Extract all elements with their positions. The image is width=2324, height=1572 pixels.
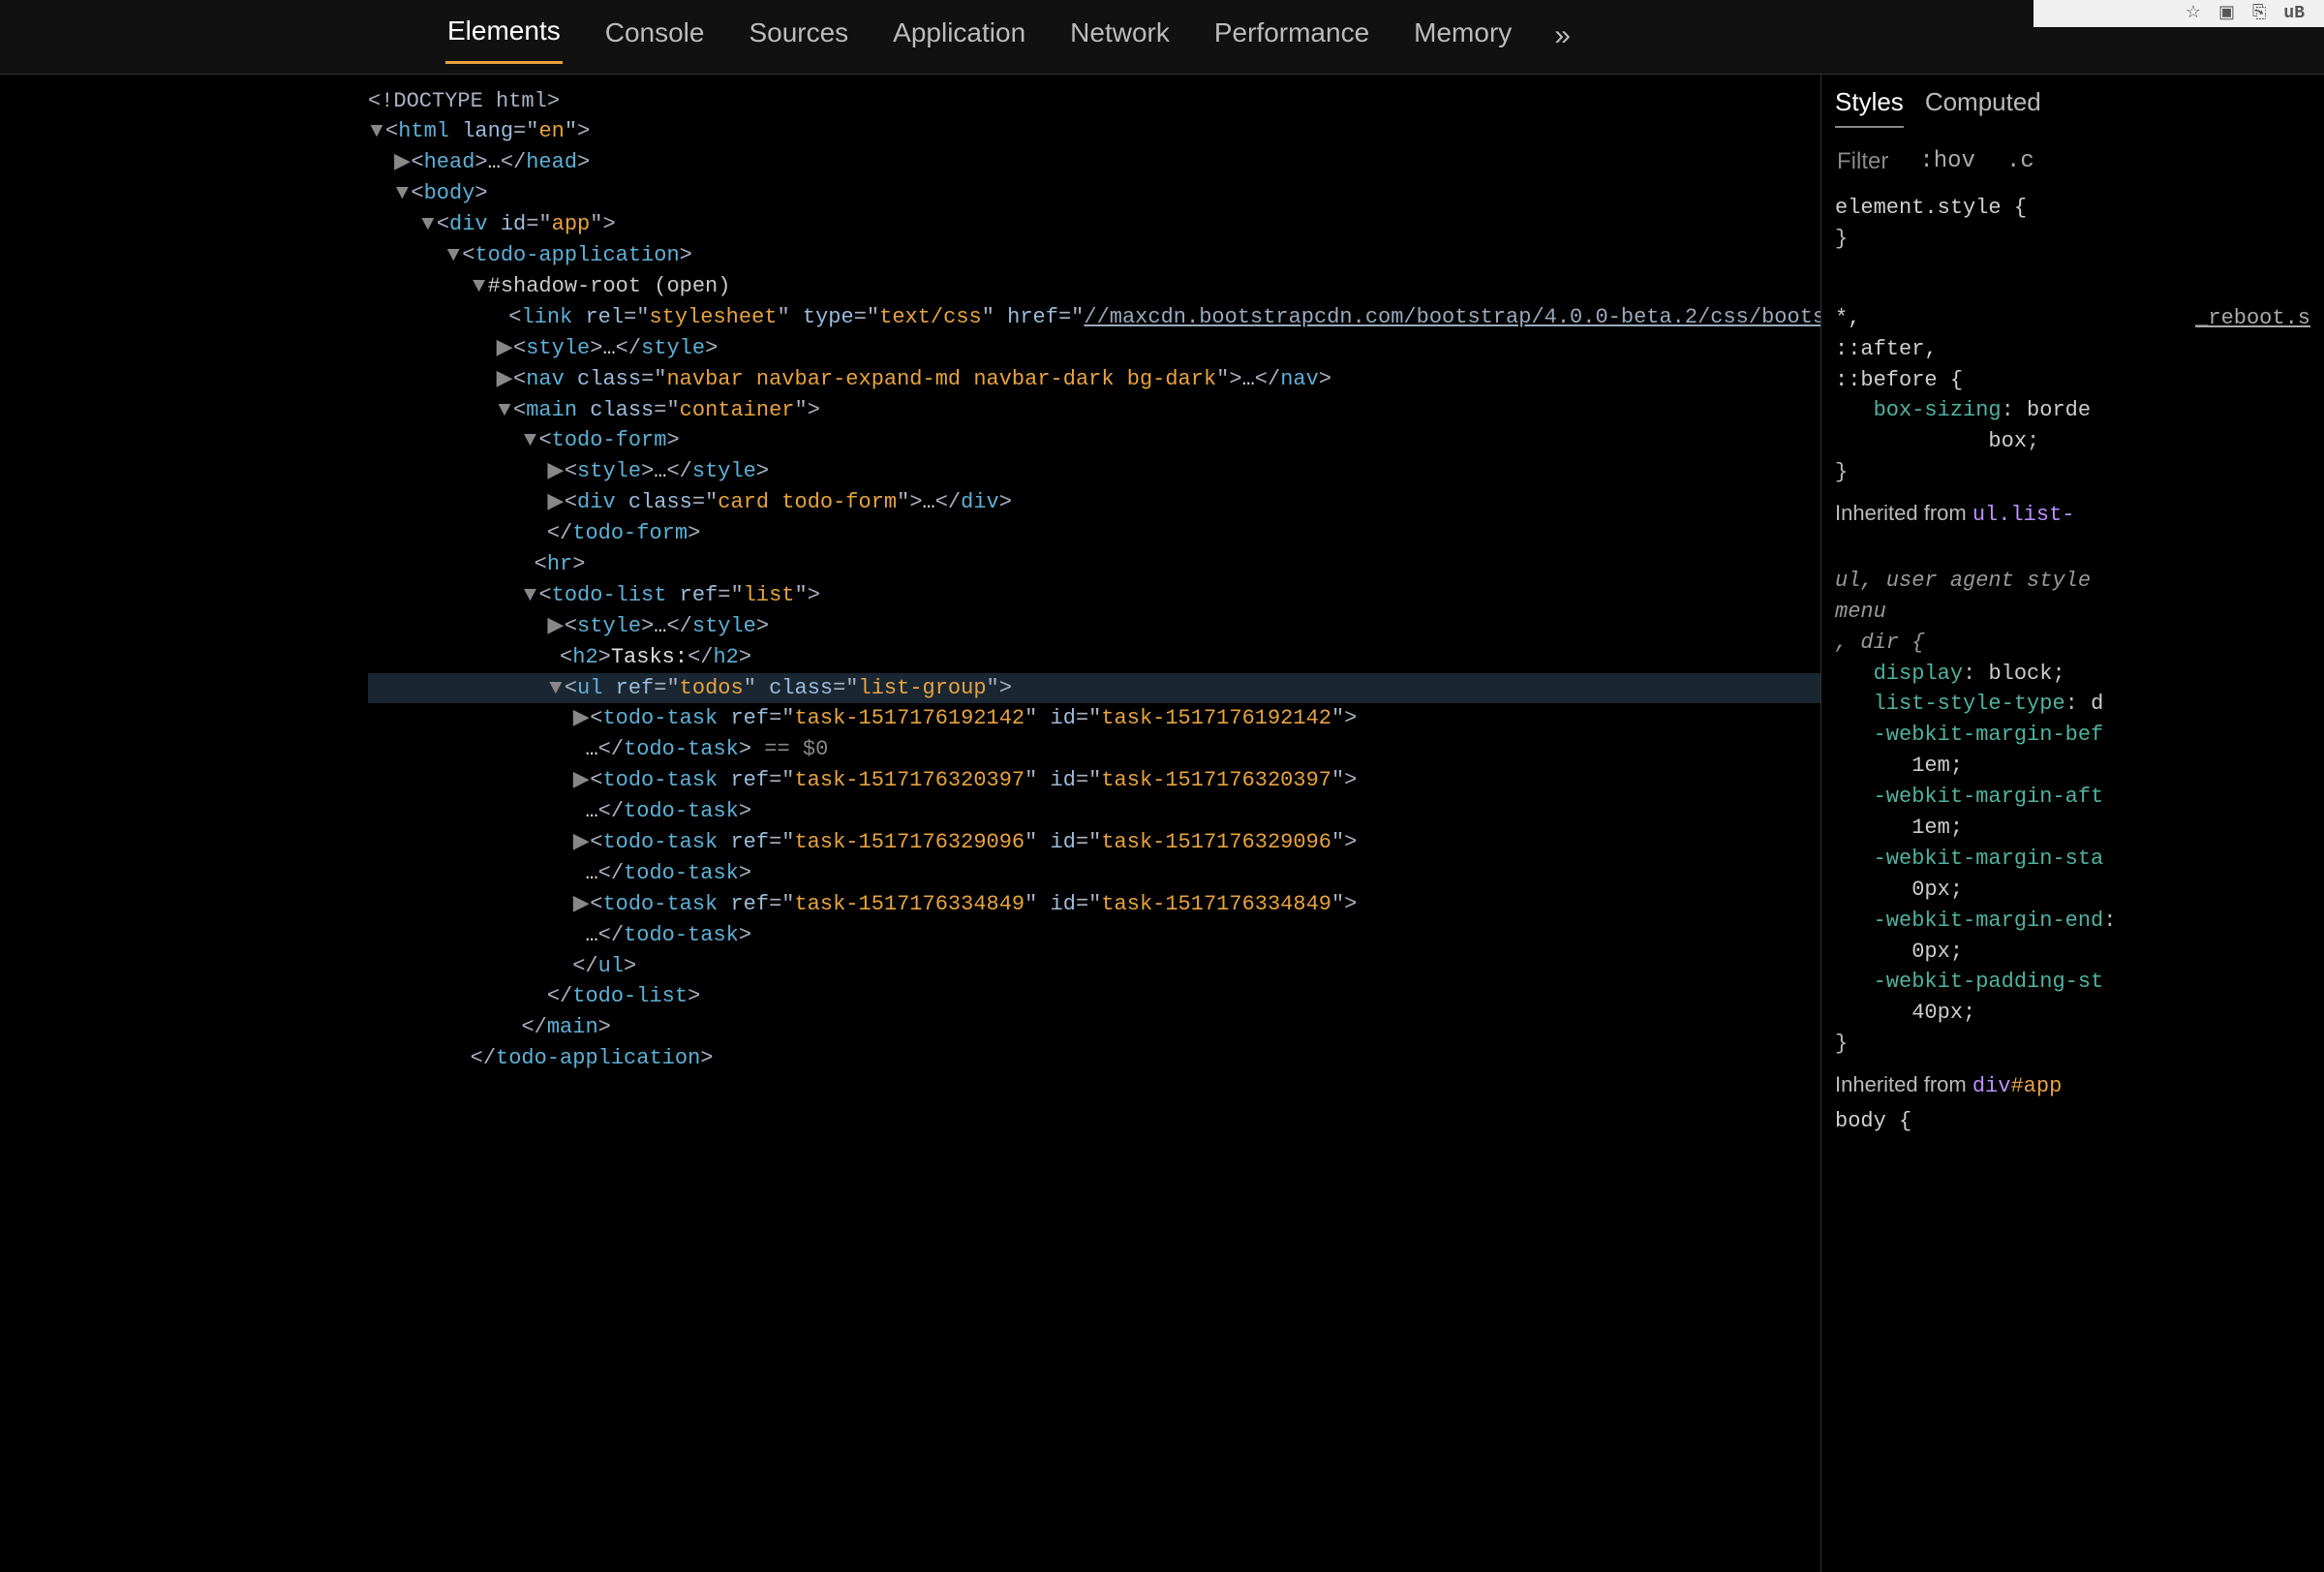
stylesheet-link[interactable]: _reboot.s <box>2195 303 2310 334</box>
inherited-from-ul: Inherited from ul.list- <box>1835 488 2310 535</box>
dom-node-todo-form-close[interactable]: </todo-form> <box>368 518 1820 549</box>
dom-node-body[interactable]: ▼<body> <box>368 178 1820 209</box>
extension-icon-2[interactable]: ⎘ <box>2252 1 2266 26</box>
dom-node-card-div[interactable]: ▶<div class="card todo-form">…</div> <box>368 487 1820 518</box>
dom-node-ul[interactable]: ▼<ul ref="todos" class="list-group"> <box>368 673 1820 704</box>
rule-universal[interactable]: _reboot.s*, ::after, ::before { box-sizi… <box>1835 272 2310 488</box>
tab-sources[interactable]: Sources <box>747 10 850 63</box>
dom-node-task-3-close[interactable]: …</todo-task> <box>368 920 1820 951</box>
elements-dom-tree[interactable]: ••• <!DOCTYPE html> ▼<html lang="en"> ▶<… <box>0 75 1820 1572</box>
bookmark-star-icon[interactable]: ☆ <box>2186 1 2201 26</box>
dom-node-task-3[interactable]: ▶<todo-task ref="task-1517176334849" id=… <box>368 889 1820 920</box>
devtools-toolbar: Elements Console Sources Application Net… <box>0 0 2324 75</box>
tab-console[interactable]: Console <box>603 10 707 63</box>
rule-body[interactable]: body { <box>1835 1106 2310 1137</box>
dom-node-style-1[interactable]: ▶<style>…</style> <box>368 333 1820 364</box>
cls-toggle[interactable]: .c <box>2006 145 2034 179</box>
dom-node-main-close[interactable]: </main> <box>368 1012 1820 1043</box>
dom-node-task-2[interactable]: ▶<todo-task ref="task-1517176329096" id=… <box>368 827 1820 858</box>
dom-node-task-1[interactable]: ▶<todo-task ref="task-1517176320397" id=… <box>368 765 1820 796</box>
tab-application[interactable]: Application <box>891 10 1027 63</box>
dom-node-task-1-close[interactable]: …</todo-task> <box>368 796 1820 827</box>
styles-tab-computed[interactable]: Computed <box>1925 84 2041 129</box>
styles-filter-input[interactable]: Filter <box>1837 145 1888 179</box>
dom-node-ul-close[interactable]: </ul> <box>368 951 1820 982</box>
dom-node-todo-list-close[interactable]: </todo-list> <box>368 981 1820 1012</box>
dom-node-shadow-root[interactable]: ▼#shadow-root (open) <box>368 271 1820 302</box>
dom-node-html[interactable]: ▼<html lang="en"> <box>368 116 1820 147</box>
styles-panel: Styles Computed Filter :hov .c element.s… <box>1820 75 2324 1572</box>
dom-node-nav[interactable]: ▶<nav class="navbar navbar-expand-md nav… <box>368 364 1820 395</box>
rule-user-agent-ul[interactable]: ul, user agent style menu , dir { displa… <box>1835 535 2310 1060</box>
rule-element-style[interactable]: element.style { } <box>1835 193 2310 255</box>
dom-node-main[interactable]: ▼<main class="container"> <box>368 395 1820 426</box>
tab-memory[interactable]: Memory <box>1412 10 1514 63</box>
browser-toolbar: ☆ ▣ ⎘ uB <box>2034 0 2324 27</box>
tab-performance[interactable]: Performance <box>1212 10 1371 63</box>
tab-network[interactable]: Network <box>1068 10 1172 63</box>
styles-filter-row: Filter :hov .c <box>1835 138 2310 193</box>
dom-node-task-2-close[interactable]: …</todo-task> <box>368 858 1820 889</box>
dom-node-style-3[interactable]: ▶<style>…</style> <box>368 611 1820 642</box>
styles-tab-styles[interactable]: Styles <box>1835 84 1904 129</box>
dom-node-app-div[interactable]: ▼<div id="app"> <box>368 209 1820 240</box>
inherited-from-div-app: Inherited from div#app <box>1835 1060 2310 1106</box>
dom-node-todo-list[interactable]: ▼<todo-list ref="list"> <box>368 580 1820 611</box>
dom-node-todo-application-close[interactable]: </todo-application> <box>368 1043 1820 1074</box>
dom-node-todo-form[interactable]: ▼<todo-form> <box>368 425 1820 456</box>
dom-node-link[interactable]: <link rel="stylesheet" type="text/css" h… <box>368 302 1820 333</box>
dom-node-head[interactable]: ▶<head>…</head> <box>368 147 1820 178</box>
dom-node-hr[interactable]: <hr> <box>368 549 1820 580</box>
dom-node-doctype[interactable]: <!DOCTYPE html> <box>368 86 1820 117</box>
extension-icon-1[interactable]: ▣ <box>2218 1 2235 26</box>
dom-node-todo-application[interactable]: ▼<todo-application> <box>368 240 1820 271</box>
dom-node-task-0-close[interactable]: …</todo-task> == $0 <box>368 734 1820 765</box>
tab-elements[interactable]: Elements <box>445 8 563 64</box>
styles-tabs: Styles Computed <box>1835 84 2310 139</box>
hov-toggle[interactable]: :hov <box>1919 145 1975 179</box>
dom-node-h2[interactable]: <h2>Tasks:</h2> <box>368 642 1820 673</box>
dom-node-task-0[interactable]: ▶<todo-task ref="task-1517176192142" id=… <box>368 703 1820 734</box>
dom-node-style-2[interactable]: ▶<style>…</style> <box>368 456 1820 487</box>
extension-icon-ublock[interactable]: uB <box>2283 1 2305 26</box>
tabs-overflow-icon[interactable]: » <box>1554 15 1573 57</box>
